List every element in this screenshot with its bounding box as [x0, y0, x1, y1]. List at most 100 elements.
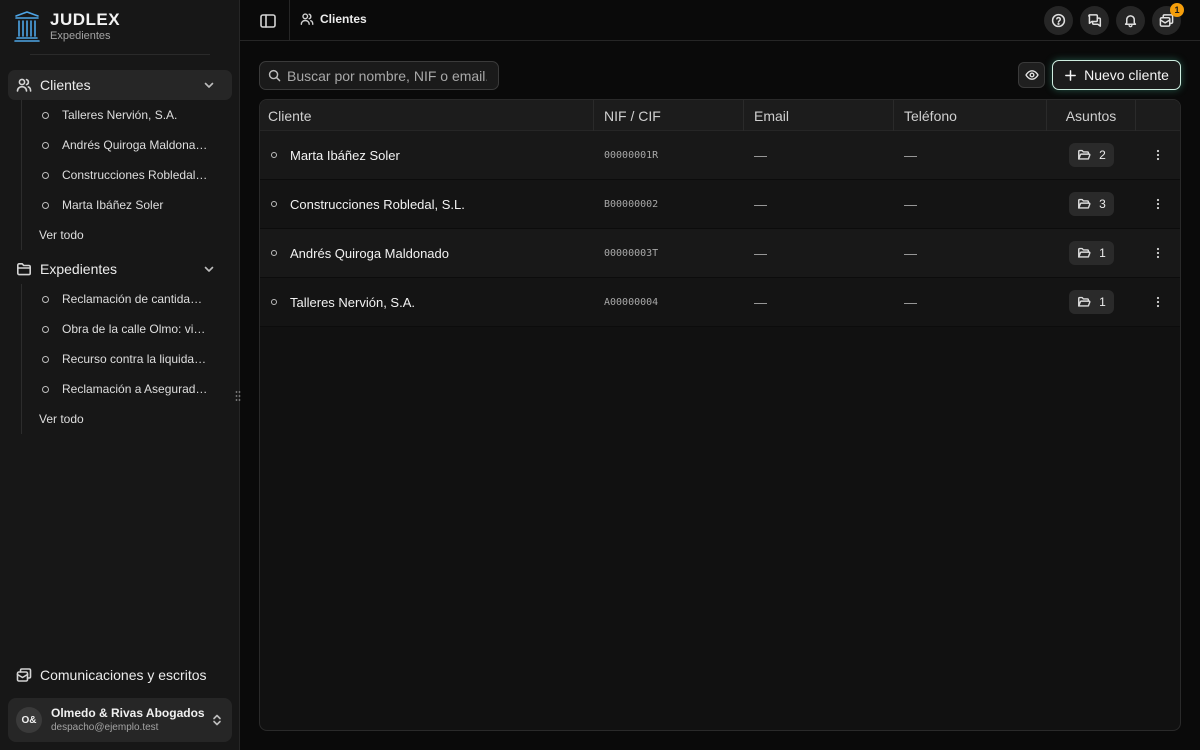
cases-count-button[interactable]: 2 — [1069, 143, 1114, 167]
sidebar-item-client[interactable]: Talleres Nervión, S.A. — [22, 100, 233, 130]
table-row[interactable]: Andrés Quiroga Maldonado 00000003T — — 1 — [260, 229, 1180, 278]
circle-icon — [42, 385, 49, 393]
cases-cell: 1 — [1047, 278, 1136, 326]
table-row[interactable]: Talleres Nervión, S.A. A00000004 — — 1 — [260, 278, 1180, 327]
brand-subtitle: Expedientes — [50, 30, 111, 42]
sidebar-item-client[interactable]: Marta Ibáñez Soler — [22, 190, 233, 220]
circle-icon — [42, 171, 49, 179]
circle-icon — [42, 141, 49, 149]
more-vertical-icon — [1151, 295, 1165, 309]
expedientes-submenu: Reclamación de cantidad por impago Obra … — [21, 284, 233, 434]
cases-count-button[interactable]: 1 — [1069, 241, 1114, 265]
search-input[interactable] — [287, 67, 487, 84]
new-client-label: Nuevo cliente — [1084, 67, 1169, 83]
email-cell: — — [754, 196, 767, 212]
sidebar-item-label: Talleres Nervión, S.A. — [62, 108, 178, 122]
sidebar-item-case[interactable]: Recurso contra la liquidación — [22, 344, 233, 374]
communications-link[interactable]: Comunicaciones y escritos — [8, 660, 232, 690]
pillar-logo-icon — [14, 10, 40, 42]
breadcrumb: Clientes — [300, 12, 367, 26]
row-menu-button[interactable] — [1136, 229, 1180, 277]
row-menu-button[interactable] — [1136, 278, 1180, 326]
sidebar-item-label: Marta Ibáñez Soler — [62, 198, 164, 212]
notifications-button[interactable] — [1116, 6, 1145, 35]
help-circle-icon — [1051, 13, 1066, 28]
help-button[interactable] — [1044, 6, 1073, 35]
circle-icon — [42, 295, 49, 303]
brand[interactable]: JUDLEX Expedientes — [14, 10, 120, 42]
column-header-actions — [1136, 100, 1180, 131]
table-row[interactable]: Marta Ibáñez Soler 00000001R — — 2 — [260, 131, 1180, 180]
circle-icon — [271, 201, 277, 207]
row-menu-button[interactable] — [1136, 131, 1180, 179]
folder-icon — [16, 261, 32, 277]
users-icon — [16, 77, 32, 93]
table-row[interactable]: Construcciones Robledal, S.L. B00000002 … — [260, 180, 1180, 229]
cases-count-button[interactable]: 3 — [1069, 192, 1114, 216]
chevrons-up-down-icon — [210, 713, 224, 727]
column-header-phone[interactable]: Teléfono — [894, 100, 1047, 131]
topbar: Clientes 1 — [240, 0, 1200, 41]
circle-icon — [42, 355, 49, 363]
clientes-submenu: Talleres Nervión, S.A. Andrés Quiroga Ma… — [21, 100, 233, 250]
column-header-nif[interactable]: NIF / CIF — [594, 100, 744, 131]
cases-count-button[interactable]: 1 — [1069, 290, 1114, 314]
more-vertical-icon — [1151, 197, 1165, 211]
search-box[interactable] — [259, 61, 499, 90]
plus-icon — [1064, 69, 1077, 82]
divider — [289, 0, 290, 40]
account-name: Olmedo & Rivas Abogados — [51, 706, 205, 720]
see-all-clients-link[interactable]: Ver todo — [22, 220, 233, 250]
sidebar-item-label: Reclamación de cantidad por impago — [62, 292, 208, 306]
nav-group-label: Clientes — [40, 77, 91, 93]
folder-open-icon — [1077, 197, 1091, 211]
sidebar-item-label: Recurso contra la liquidación — [62, 352, 208, 366]
sidebar-item-case[interactable]: Obra de la calle Olmo: vicios ocultos — [22, 314, 233, 344]
table-body: Marta Ibáñez Soler 00000001R — — 2 Const… — [260, 131, 1180, 327]
phone-cell: — — [904, 294, 917, 310]
column-header-cases[interactable]: Asuntos — [1047, 100, 1136, 131]
sidebar-toggle-icon[interactable] — [259, 12, 277, 30]
client-name-cell[interactable]: Construcciones Robledal, S.L. — [260, 180, 594, 228]
nav-group-expedientes[interactable]: Expedientes — [8, 254, 232, 284]
nav-group-clientes[interactable]: Clientes — [8, 70, 232, 100]
circle-icon — [271, 152, 277, 158]
toggle-visibility-button[interactable] — [1018, 62, 1045, 88]
column-header-email[interactable]: Email — [744, 100, 894, 131]
sidebar-item-label: Andrés Quiroga Maldonado — [62, 138, 208, 152]
sidebar-item-client[interactable]: Construcciones Robledal, S.L. — [22, 160, 233, 190]
phone-cell: — — [904, 196, 917, 212]
eye-icon — [1024, 68, 1039, 82]
sidebar: JUDLEX Expedientes Clientes Talleres Ner… — [0, 0, 242, 750]
account-switcher[interactable]: O& Olmedo & Rivas Abogados despacho@ejem… — [8, 698, 232, 742]
sidebar-item-label: Reclamación a Aseguradora — [62, 382, 208, 396]
top-actions: 1 — [1044, 3, 1184, 35]
inbox-button[interactable]: 1 — [1152, 3, 1184, 35]
account-email: despacho@ejemplo.test — [51, 722, 159, 733]
client-name: Construcciones Robledal, S.L. — [290, 196, 465, 212]
brand-name: JUDLEX — [50, 10, 121, 29]
cases-cell: 2 — [1047, 131, 1136, 179]
messages-button[interactable] — [1080, 6, 1109, 35]
sidebar-item-case[interactable]: Reclamación a Aseguradora — [22, 374, 233, 404]
nav-group-label: Expedientes — [40, 261, 118, 277]
table-header: Cliente NIF / CIF Email Teléfono Asuntos — [260, 100, 1180, 131]
phone-cell: — — [904, 245, 917, 261]
resize-handle[interactable] — [234, 389, 242, 403]
clients-table: Cliente NIF / CIF Email Teléfono Asuntos… — [259, 99, 1181, 731]
client-name: Talleres Nervión, S.A. — [290, 294, 415, 310]
new-client-button[interactable]: Nuevo cliente — [1052, 60, 1181, 90]
row-menu-button[interactable] — [1136, 180, 1180, 228]
cases-count: 2 — [1099, 148, 1106, 162]
circle-icon — [42, 325, 49, 333]
client-name-cell[interactable]: Andrés Quiroga Maldonado — [260, 229, 594, 277]
folder-open-icon — [1077, 295, 1091, 309]
client-name-cell[interactable]: Talleres Nervión, S.A. — [260, 278, 594, 326]
phone-cell: — — [904, 147, 917, 163]
sidebar-item-case[interactable]: Reclamación de cantidad por impago — [22, 284, 233, 314]
see-all-cases-link[interactable]: Ver todo — [22, 404, 233, 434]
sidebar-item-client[interactable]: Andrés Quiroga Maldonado — [22, 130, 233, 160]
circle-icon — [271, 299, 277, 305]
column-header-client[interactable]: Cliente — [260, 100, 594, 131]
client-name-cell[interactable]: Marta Ibáñez Soler — [260, 131, 594, 179]
